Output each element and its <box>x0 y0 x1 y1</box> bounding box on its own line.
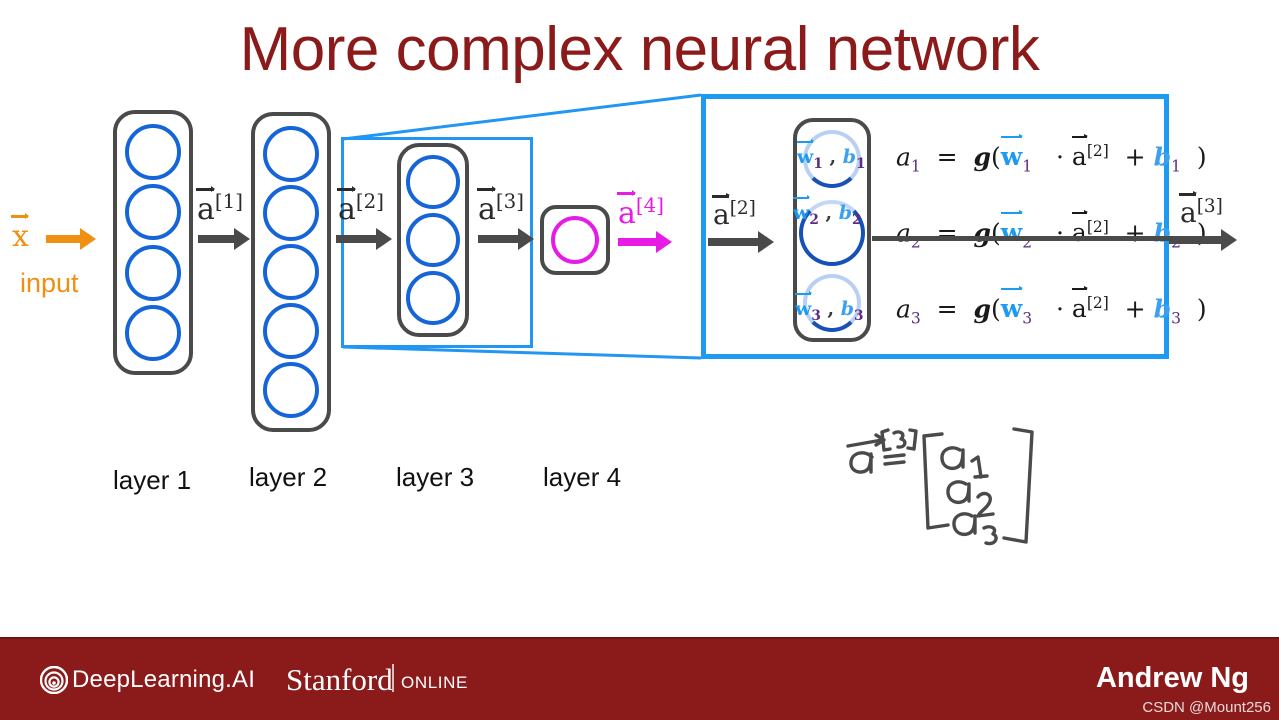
neuron <box>406 155 460 209</box>
neuron <box>125 184 181 241</box>
weight-bias-label-2: w2 , b2 <box>793 195 862 228</box>
watermark-text: CSDN @Mount256 <box>1142 699 1271 716</box>
handwritten-vector-formula <box>846 427 1034 546</box>
detail-output-label: a[3] <box>1179 191 1223 227</box>
equation-a2: a2 = g(w2 · a[2] + b2 ) <box>896 209 1207 251</box>
layer-2-box <box>251 112 331 432</box>
input-label: input <box>20 268 79 298</box>
output-neuron <box>551 216 599 264</box>
neuron <box>125 124 181 181</box>
layer-4-box <box>540 205 610 275</box>
layer-caption-4: layer 4 <box>543 462 622 492</box>
stanford-divider <box>392 664 394 692</box>
layer-caption-3: layer 3 <box>396 462 475 492</box>
neuron <box>263 303 319 360</box>
equation-a3: a3 = g(w3 · a[2] + b3 ) <box>896 285 1207 327</box>
activation-label-a2: a[2] <box>337 185 384 227</box>
detail-input-label: a[2] <box>712 193 756 229</box>
neuron <box>125 244 181 301</box>
author-name: Andrew Ng <box>1095 662 1249 694</box>
stanford-logo-text: Stanford <box>286 662 393 697</box>
activation-label-a4: a[4] <box>617 189 664 231</box>
neuron <box>125 304 181 361</box>
footer-divider <box>0 637 1279 639</box>
activation-label-a1: a[1] <box>196 185 243 227</box>
neuron <box>263 125 319 182</box>
detail-output-line <box>872 236 1169 241</box>
layer-3-box <box>397 143 469 337</box>
layer-1-box <box>113 110 193 375</box>
layer-caption-1: layer 1 <box>113 465 192 495</box>
neuron <box>263 243 319 300</box>
equation-a1: a1 = g(w1 · a[2] + b1 ) <box>896 133 1207 175</box>
weight-bias-label-3: w3 , b3 <box>795 291 864 324</box>
slide-canvas: More complex neural network x input a[1] <box>0 0 1279 720</box>
layer-caption-2: layer 2 <box>249 462 328 492</box>
weight-bias-label-1: w1 , b1 <box>797 139 866 172</box>
neuron <box>406 213 460 267</box>
deeplearning-logo-text: DeepLearning.AI <box>72 666 256 693</box>
input-vector-label: x <box>11 212 29 252</box>
stanford-online-text: ONLINE <box>401 673 468 692</box>
neuron <box>263 362 319 419</box>
activation-label-a3: a[3] <box>477 185 524 227</box>
neuron <box>406 271 460 325</box>
page-title: More complex neural network <box>239 15 1040 84</box>
deeplearning-logo-icon <box>40 666 68 694</box>
neuron <box>263 184 319 241</box>
